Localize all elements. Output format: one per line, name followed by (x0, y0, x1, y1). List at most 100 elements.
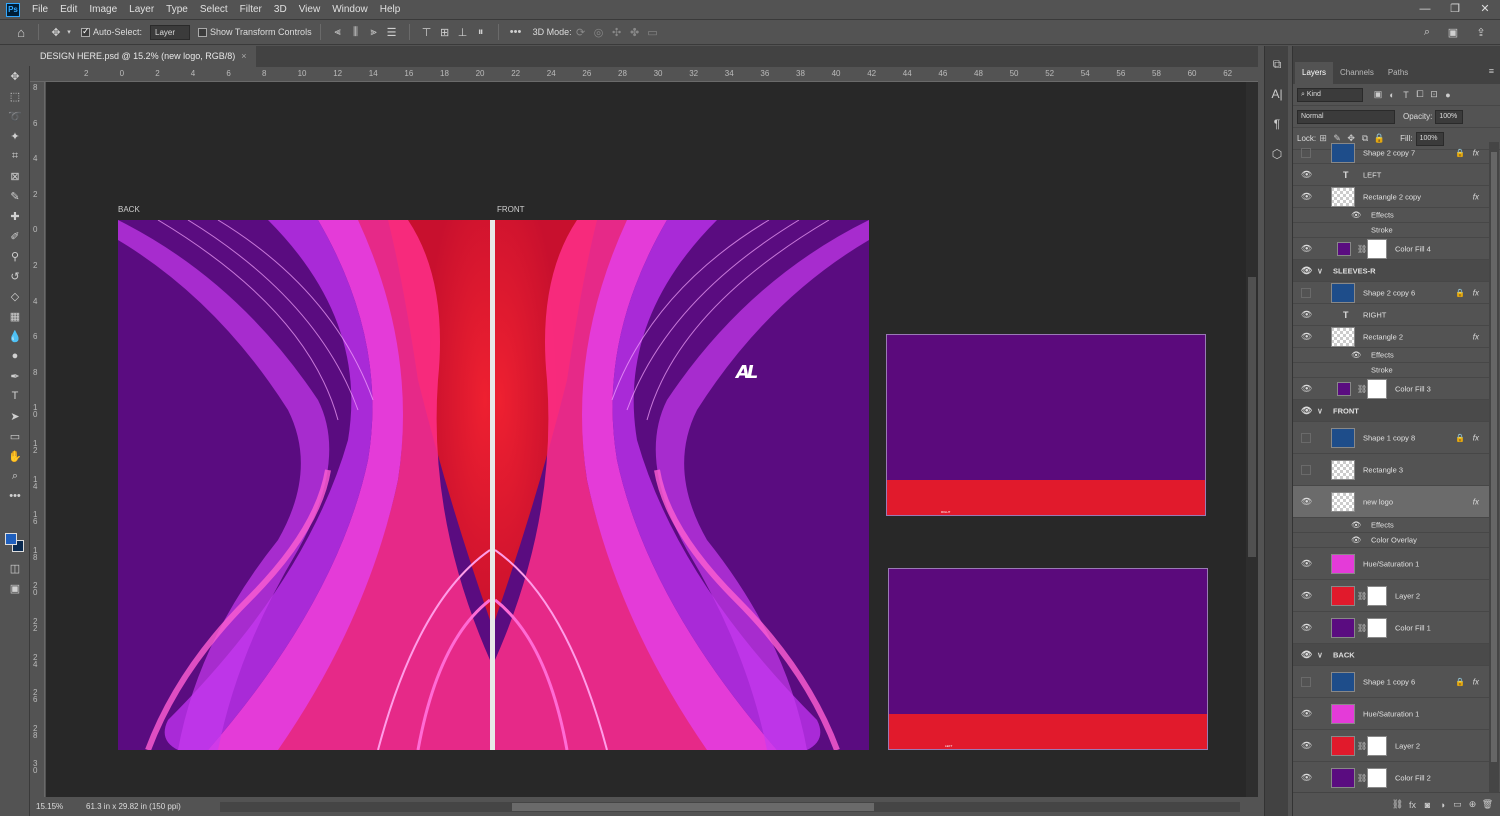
clone-stamp-icon[interactable]: ⚲ (0, 246, 30, 266)
more-options-icon[interactable]: ••• (507, 26, 525, 38)
new-layer-icon[interactable]: ⊕ (1465, 799, 1480, 810)
path-selection-icon[interactable]: ➤ (0, 406, 30, 426)
layer-effect-row[interactable]: Stroke (1293, 363, 1489, 378)
align-left-icon[interactable]: ⫷ (329, 26, 347, 39)
eraser-icon[interactable]: ◇ (0, 286, 30, 306)
menu-layer[interactable]: Layer (123, 0, 160, 20)
fx-icon[interactable]: fx (1473, 433, 1479, 442)
scroll-thumb[interactable] (1491, 152, 1497, 762)
menu-image[interactable]: Image (83, 0, 123, 20)
fill-layer-row[interactable]: 👁 ⛓ Color Fill 3 (1293, 378, 1489, 400)
link-icon[interactable]: ⛓ (1357, 244, 1367, 253)
character-panel-icon[interactable]: A| (1265, 82, 1289, 106)
panel-menu-icon[interactable]: ≡ (1489, 66, 1494, 76)
quick-mask-icon[interactable]: ◫ (0, 558, 30, 578)
history-brush-icon[interactable]: ↺ (0, 266, 30, 286)
3d-panel-icon[interactable]: ⬡ (1265, 142, 1289, 166)
link-layers-icon[interactable]: ⛓ (1390, 799, 1405, 810)
edit-toolbar-icon[interactable]: ••• (0, 486, 30, 506)
align-top-icon[interactable]: ⊤ (418, 26, 436, 39)
type-tool-icon[interactable]: T (0, 386, 30, 406)
magic-wand-icon[interactable]: ✦ (0, 126, 30, 146)
layer-mask-thumbnail[interactable] (1367, 585, 1387, 606)
visibility-toggle-off[interactable] (1301, 676, 1311, 687)
checkbox-checked-icon[interactable] (81, 26, 90, 37)
fx-icon[interactable]: fx (1473, 288, 1479, 297)
chevron-down-icon[interactable]: ∨ (1317, 266, 1323, 275)
eye-icon[interactable]: 👁 (1301, 708, 1312, 719)
layer-group-row[interactable]: 👁 ∨ BACK (1293, 644, 1489, 666)
blend-mode-select[interactable]: Normal (1297, 109, 1395, 124)
share-icon[interactable]: ⇪ (1472, 26, 1490, 39)
add-mask-icon[interactable]: ◙ (1420, 800, 1435, 810)
pixel-filter-icon[interactable]: ▣ (1371, 89, 1385, 100)
layer-mask-thumbnail[interactable] (1367, 735, 1387, 756)
visibility-toggle-off[interactable] (1301, 464, 1311, 475)
checkbox-unchecked-icon[interactable] (198, 27, 208, 37)
close-window-button[interactable]: ✕ (1470, 0, 1500, 20)
marquee-tool-icon[interactable]: ⬚ (0, 86, 30, 106)
align-bottom-icon[interactable]: ⊥ (454, 26, 472, 39)
minimize-button[interactable]: — (1410, 0, 1440, 20)
layer-row[interactable]: Shape 1 copy 6 🔒 fx (1293, 666, 1489, 698)
blur-tool-icon[interactable]: 💧 (0, 326, 30, 346)
menu-window[interactable]: Window (326, 0, 374, 20)
align-right-icon[interactable]: ⫸ (365, 26, 383, 39)
type-layer-row[interactable]: 👁 T LEFT (1293, 164, 1489, 186)
layers-scrollbar[interactable] (1489, 142, 1499, 792)
eye-icon[interactable]: 👁 (1301, 243, 1312, 254)
3d-drag-icon[interactable]: ✣ (608, 26, 626, 39)
scroll-thumb[interactable] (1248, 277, 1256, 557)
foreground-color-swatch[interactable] (5, 533, 17, 545)
link-icon[interactable]: ⛓ (1357, 741, 1367, 750)
fx-icon[interactable]: fx (1473, 497, 1479, 506)
new-adjustment-icon[interactable]: ◑ (1435, 800, 1450, 810)
filter-toggle-icon[interactable]: ● (1441, 90, 1455, 100)
fill-layer-row[interactable]: 👁 ⛓ Color Fill 2 (1293, 762, 1489, 792)
eye-icon[interactable]: 👁 (1301, 622, 1312, 633)
eye-icon[interactable]: 👁 (1351, 521, 1361, 530)
canvas-horizontal-scrollbar[interactable] (220, 802, 1240, 812)
new-group-icon[interactable]: ▭ (1450, 799, 1465, 810)
document-canvas[interactable]: BACK FRONT AL RIGHT LEFT (46, 82, 1246, 797)
layer-row[interactable]: Shape 1 copy 8 🔒 fx (1293, 422, 1489, 454)
visibility-toggle-off[interactable] (1301, 147, 1311, 158)
menu-help[interactable]: Help (374, 0, 407, 20)
document-tab[interactable]: DESIGN HERE.psd @ 15.2% (new logo, RGB/8… (30, 46, 257, 67)
lasso-tool-icon[interactable]: ➰ (0, 106, 30, 126)
eye-icon[interactable]: 👁 (1301, 169, 1312, 180)
layer-effects-row[interactable]: 👁 Effects (1293, 208, 1489, 223)
fx-icon[interactable]: fx (1473, 332, 1479, 341)
search-icon[interactable]: ⌕ (1418, 26, 1436, 39)
eye-icon[interactable]: 👁 (1301, 649, 1312, 660)
hand-tool-icon[interactable]: ✋ (0, 446, 30, 466)
eye-icon[interactable]: 👁 (1301, 331, 1312, 342)
layer-row[interactable]: 👁 Rectangle 2 fx (1293, 326, 1489, 348)
eye-icon[interactable]: 👁 (1301, 309, 1312, 320)
eye-icon[interactable]: 👁 (1301, 740, 1312, 751)
type-filter-icon[interactable]: T (1399, 90, 1413, 100)
history-panel-icon[interactable]: ⧉ (1265, 52, 1289, 76)
menu-select[interactable]: Select (194, 0, 234, 20)
3d-orbit-icon[interactable]: ⟳ (572, 26, 590, 39)
visibility-toggle-off[interactable] (1301, 287, 1311, 298)
target-select[interactable]: Layer (150, 24, 191, 40)
layer-row[interactable]: 👁 Hue/Saturation 1 (1293, 698, 1489, 730)
layer-group-row[interactable]: 👁 ∨ SLEEVES-R (1293, 260, 1489, 282)
3d-camera-icon[interactable]: ▭ (644, 26, 662, 39)
fill-layer-row[interactable]: 👁 ⛓ Layer 2 (1293, 730, 1489, 762)
align-middle-icon[interactable]: ⊞ (436, 26, 454, 39)
eye-icon[interactable]: 👁 (1301, 496, 1312, 507)
eye-icon[interactable]: 👁 (1301, 383, 1312, 394)
fill-layer-row[interactable]: 👁 ⛓ Color Fill 4 (1293, 238, 1489, 260)
eye-icon[interactable]: 👁 (1301, 558, 1312, 569)
show-transform-checkbox[interactable]: Show Transform Controls (198, 27, 312, 37)
rectangle-tool-icon[interactable]: ▭ (0, 426, 30, 446)
layer-mask-thumbnail[interactable] (1367, 238, 1387, 259)
layer-effects-row[interactable]: 👁 Effects (1293, 518, 1489, 533)
move-tool-icon[interactable]: ✥ (0, 66, 30, 86)
link-icon[interactable]: ⛓ (1357, 591, 1367, 600)
3d-slide-icon[interactable]: ✤ (626, 26, 644, 39)
menu-file[interactable]: File (26, 0, 54, 20)
restore-button[interactable]: ❐ (1440, 0, 1470, 20)
